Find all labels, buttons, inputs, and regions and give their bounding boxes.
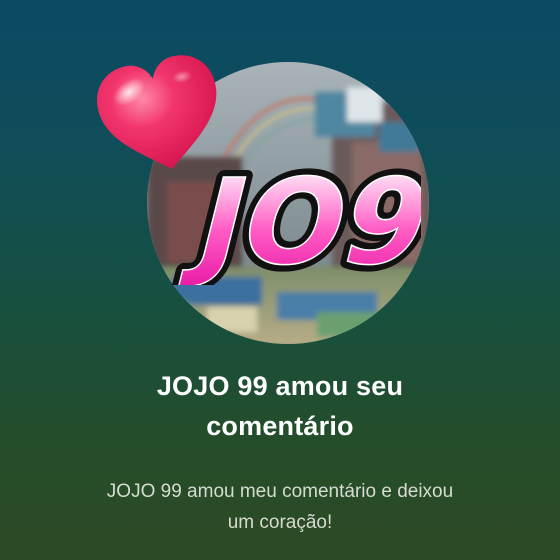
notification-title-line2: comentário (206, 411, 354, 441)
notification-title: JOJO 99 amou seu comentário (40, 366, 520, 446)
notification-card: JO99 JO99 JOJO 99 amou seu comentário JO… (0, 0, 560, 560)
notification-message-line1: JOJO 99 amou meu comentário e deixou (106, 481, 454, 502)
notification-message: JOJO 99 amou meu comentário e deixou um … (40, 476, 520, 538)
notification-message-line2: um coração! (227, 512, 333, 533)
notification-title-line1: JOJO 99 amou seu (156, 371, 404, 401)
heart-icon (97, 55, 217, 169)
